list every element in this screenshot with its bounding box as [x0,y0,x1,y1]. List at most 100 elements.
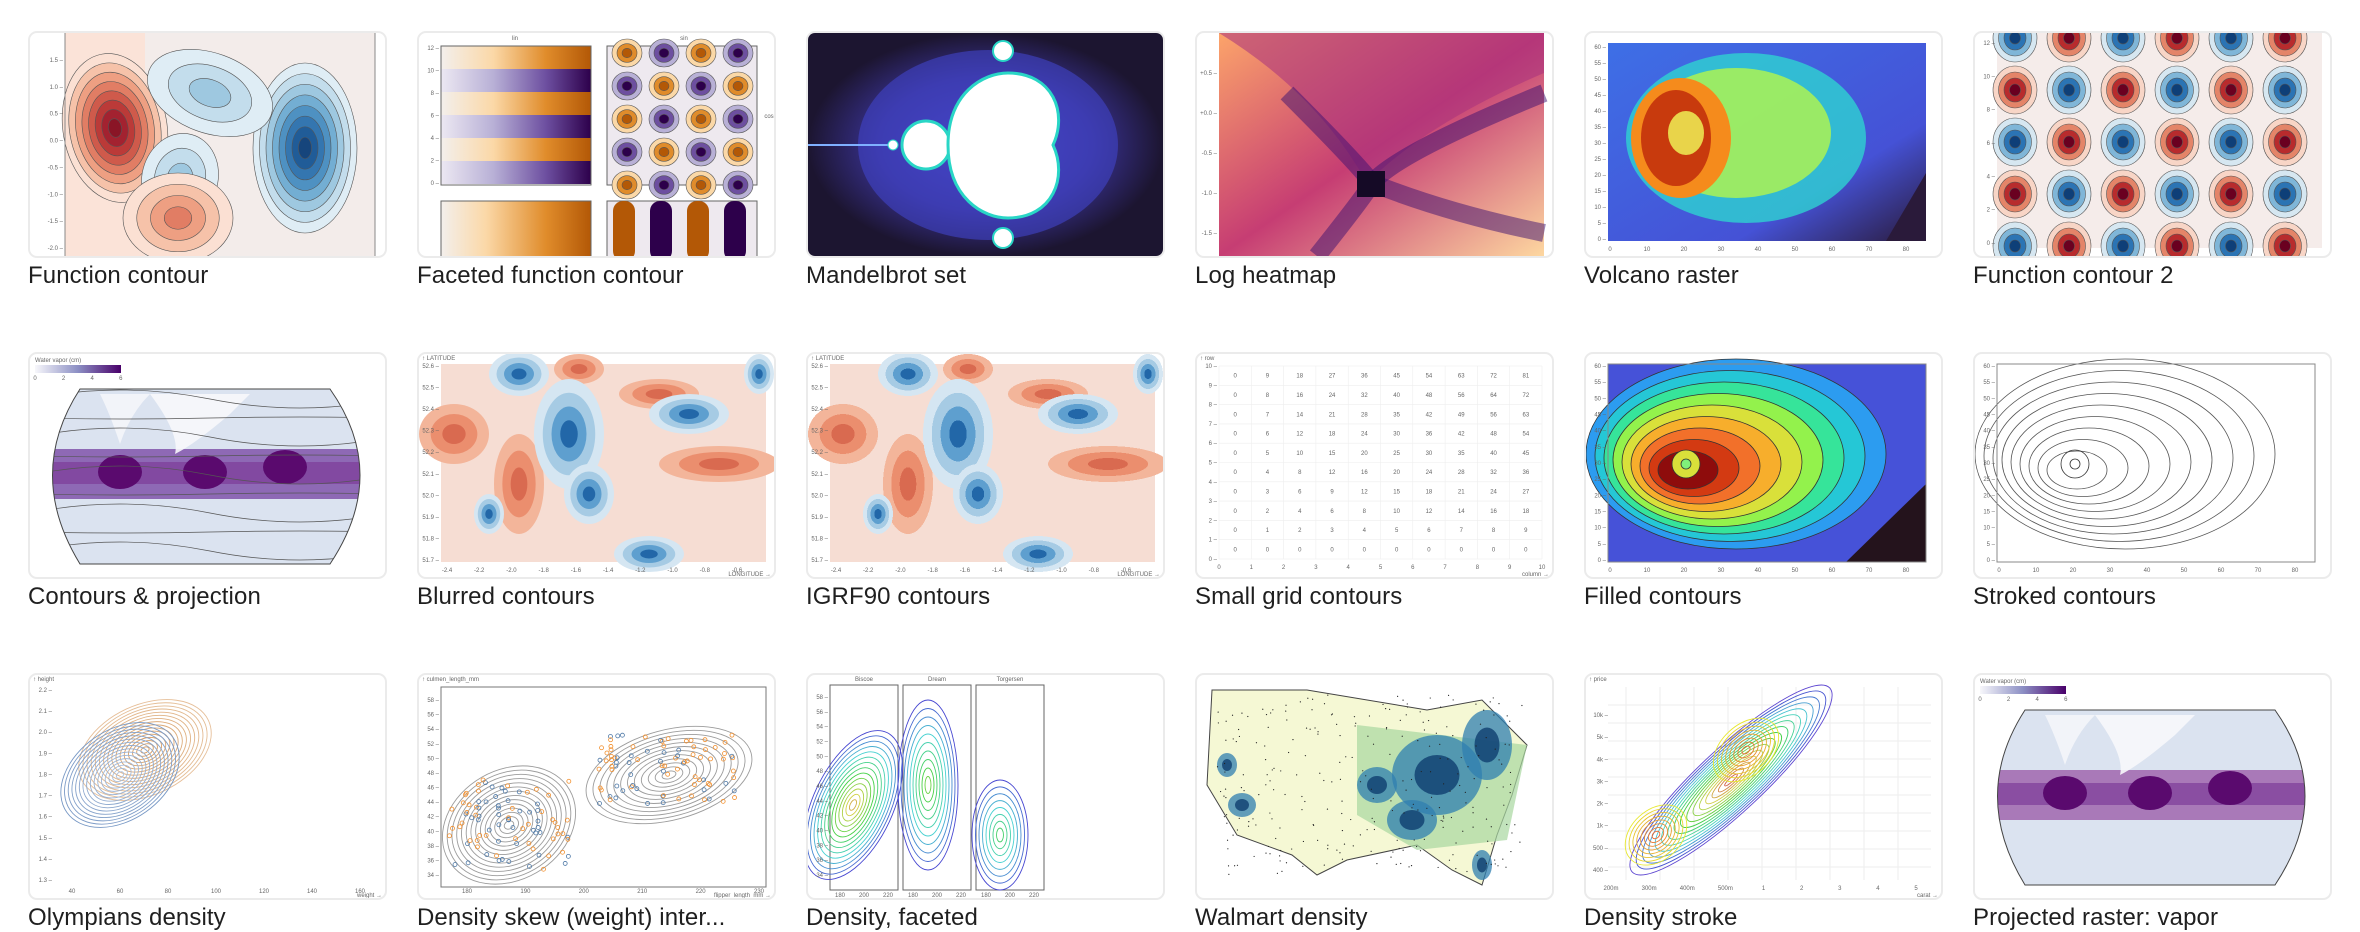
thumbnail-image [1206,689,1528,886]
data-point [467,838,473,844]
gallery-tile[interactable]: ↑ height 2.2 – 2.1 – 2.0 – 1.9 – 1.8 – 1.7 – 1.… [28,673,387,932]
tile-caption[interactable]: Contours & projection [28,583,387,611]
thumbnail-olympians-density[interactable]: ↑ height 2.2 – 2.1 – 2.0 – 1.9 – 1.8 – 1.7 – 1.… [28,673,387,900]
axis-tick-label: 51.8 – [422,536,439,542]
thumbnail-volcano-raster[interactable]: 60 – 55 – 50 – 45 – 40 – 35 – 30 – 25 – 20 – 15 –… [1584,31,1943,258]
tile-caption[interactable]: Filled contours [1584,583,1943,611]
tile-caption[interactable]: Density skew (weight) inter... [417,904,776,932]
axis-tick-label: 25 – [1594,157,1606,163]
gallery-tile[interactable]: ↑ row 0 9 18 27 36 45 54 63 72 81 0 8 16 24 32 40 48 56 64 7… [1195,352,1554,611]
grid-cell-value: 30 [1426,451,1433,457]
axis-tick-label: -2.2 [863,568,874,574]
thumbnail-image [808,33,1163,256]
grid-cell-value: 8 [1492,528,1496,534]
thumbnail-mandelbrot[interactable] [806,31,1165,258]
tile-caption[interactable]: IGRF90 contours [806,583,1165,611]
gallery-tile[interactable]: 60 – 55 – 50 – 45 – 40 – 35 – 30 – 25 – 20 – 15 –… [1584,31,1943,290]
axis-tick-label: 15 – [1594,510,1606,516]
axis-label: LONGITUDE → [728,572,771,577]
grid-cell-value: 7 [1460,528,1464,534]
grid-cell-value: 48 [1426,393,1433,399]
axis-tick-label: 0.5 – [50,112,64,118]
tile-caption[interactable]: Walmart density [1195,904,1554,932]
contour-line [1647,827,1665,843]
thumbnail-function-contour[interactable]: 1.5 – 1.0 – 0.5 – 0.0 – -0.5 – -1.0 – -1.5 – -2… [28,31,387,258]
data-point [708,756,713,762]
gallery-tile[interactable]: 12 – 10 – 8 – 6 – 4 – 2 – 0 – Function contour … [1973,31,2332,290]
gallery-tile[interactable]: +0.5 – +0.0 – -0.5 – -1.0 – -1.5 – Log heatma… [1195,31,1554,290]
data-point [615,733,621,739]
tile-caption[interactable]: Density stroke [1584,904,1943,932]
contour-line [2063,83,2075,97]
axis-tick-label: -1.2 [1024,568,1035,574]
grid-cell-value: 72 [1523,393,1530,399]
grid-cell-value: 18 [1426,489,1433,495]
axis-tick-label: 80 [1903,247,1910,253]
data-point [698,754,703,760]
contour-line [2010,404,2192,520]
tile-caption[interactable]: Volcano raster [1584,262,1943,290]
thumbnail-blurred-contours[interactable]: ↑ LATITUDE 52.6 – 52.5 – 52.4 – 52.3 – 52.2 –… [417,352,776,579]
thumbnail-small-grid-contours[interactable]: ↑ row 0 9 18 27 36 45 54 63 72 81 0 8 16 24 32 40 48 56 64 7… [1195,352,1554,579]
axis-label: weight → [356,893,382,898]
thumbnail-density-skew[interactable]: ↑ culmen_length_mm 58 – 56 – 54 – 52 – 50 – 48… [417,673,776,900]
tile-caption[interactable]: Blurred contours [417,583,776,611]
axis-tick-label: 7 [1443,565,1447,571]
gallery-tile[interactable]: Water vapor (cm) 0 2 4 6 Contours & projectio… [28,352,387,611]
grid-cell-value: 9 [1330,489,1334,495]
gallery-tile[interactable]: 60 – 55 – 50 – 45 – 40 – 35 – 30 – 25 – 20 – 15 –… [1973,352,2332,611]
gallery-tile[interactable]: ↑ LATITUDE 52.6 – 52.5 – 52.4 – 52.3 – 52.2 –… [417,352,776,611]
gallery-tile[interactable]: Walmart density [1195,673,1554,932]
gallery-tile[interactable]: lin sin cos 12 – 10 – 8 – 6 – 4 – 2 – 0 – Faceted … [417,31,776,290]
gallery-tile[interactable]: Water vapor (cm) 0 2 4 6 Projected raster: va… [1973,673,2332,932]
gallery-tile[interactable]: ↑ LATITUDE 52.6 – 52.5 – 52.4 – 52.3 – 52.2 –… [806,352,1165,611]
axis-tick-label: 1 [1250,565,1254,571]
gallery-tile[interactable]: ↑ culmen_length_mm 58 – 56 – 54 – 52 – 50 – 48… [417,673,776,932]
gallery-tile[interactable]: ↑ price 10k – 5k – 4k – 3k – 2k – 1k – 500 – 400… [1584,673,1943,932]
contour-line [1705,755,1757,805]
tile-caption[interactable]: Function contour 2 [1973,262,2332,290]
tile-caption[interactable]: Projected raster: vapor [1973,904,2332,932]
contour-line [2063,239,2075,253]
gallery-tile[interactable]: 60 – 55 – 50 – 45 – 40 – 35 – 30 – 25 – 20 – 15 –… [1584,352,1943,611]
gallery-tile[interactable]: Biscoe Dream Torgersen 58 – 56 – 54 – 52 – 50 –… [806,673,1165,932]
gallery-tile[interactable]: Mandelbrot set [806,31,1165,290]
grid-cell-value: 18 [1329,432,1336,438]
contour-line [900,368,916,380]
contour-line [2117,135,2129,149]
thumbnail-function-contour-2[interactable]: 12 – 10 – 8 – 6 – 4 – 2 – 0 – [1973,31,2332,258]
thumbnail-density-faceted[interactable]: Biscoe Dream Torgersen 58 – 56 – 54 – 52 – 50 –… [806,673,1165,900]
thumbnail-faceted-function-contour[interactable]: lin sin cos 12 – 10 – 8 – 6 – 4 – 2 – 0 – [417,31,776,258]
thumbnail-igrf90-contours[interactable]: ↑ LATITUDE 52.6 – 52.5 – 52.4 – 52.3 – 52.2 –… [806,352,1165,579]
tile-caption[interactable]: Faceted function contour [417,262,776,290]
contour-line [658,114,670,124]
contour-line [485,509,493,519]
thumbnail-walmart-density[interactable] [1195,673,1554,900]
tile-caption[interactable]: Density, faceted [806,904,1165,932]
thumbnail-projected-raster-vapor[interactable]: Water vapor (cm) 0 2 4 6 [1973,673,2332,900]
contour-line [971,486,985,502]
axis-tick-label: 6 [1411,565,1415,571]
thumbnail-stroked-contours[interactable]: 60 – 55 – 50 – 45 – 40 – 35 – 30 – 25 – 20 – 15 –… [1973,352,2332,579]
tile-caption[interactable]: Function contour [28,262,387,290]
tile-caption[interactable]: Log heatmap [1195,262,1554,290]
axis-tick-label: 2 – [1209,518,1218,524]
axis-tick-label: 3 – [1209,499,1218,505]
legend-tick-label: 2 [2007,697,2011,703]
axis-tick-label: 4 – [1209,480,1218,486]
axis-tick-label: 1.4 – [39,857,53,863]
axis-tick-label: 6 – [431,114,440,120]
examples-gallery: 1.5 – 1.0 – 0.5 – 0.0 – -0.5 – -1.0 – -1.5 – -2… [28,31,2332,932]
thumbnail-contours-projection[interactable]: Water vapor (cm) 0 2 4 6 [28,352,387,579]
tile-caption[interactable]: Small grid contours [1195,583,1554,611]
thumbnail-density-stroke[interactable]: ↑ price 10k – 5k – 4k – 3k – 2k – 1k – 500 – 400… [1584,673,1943,900]
thumbnail-filled-contours[interactable]: 60 – 55 – 50 – 45 – 40 – 35 – 30 – 25 – 20 – 15 –… [1584,352,1943,579]
contour-line [845,793,861,817]
gallery-tile[interactable]: 1.5 – 1.0 – 0.5 – 0.0 – -0.5 – -1.0 – -1.5 – -2… [28,31,387,290]
tile-caption[interactable]: Olympians density [28,904,387,932]
tile-caption[interactable]: Mandelbrot set [806,262,1165,290]
thumbnail-log-heatmap[interactable]: +0.5 – +0.0 – -0.5 – -1.0 – -1.5 – [1195,31,1554,258]
grid-cell-value: 0 [1524,547,1528,553]
tile-caption[interactable]: Stroked contours [1973,583,2332,611]
axis-tick-label: -0.8 [700,568,711,574]
